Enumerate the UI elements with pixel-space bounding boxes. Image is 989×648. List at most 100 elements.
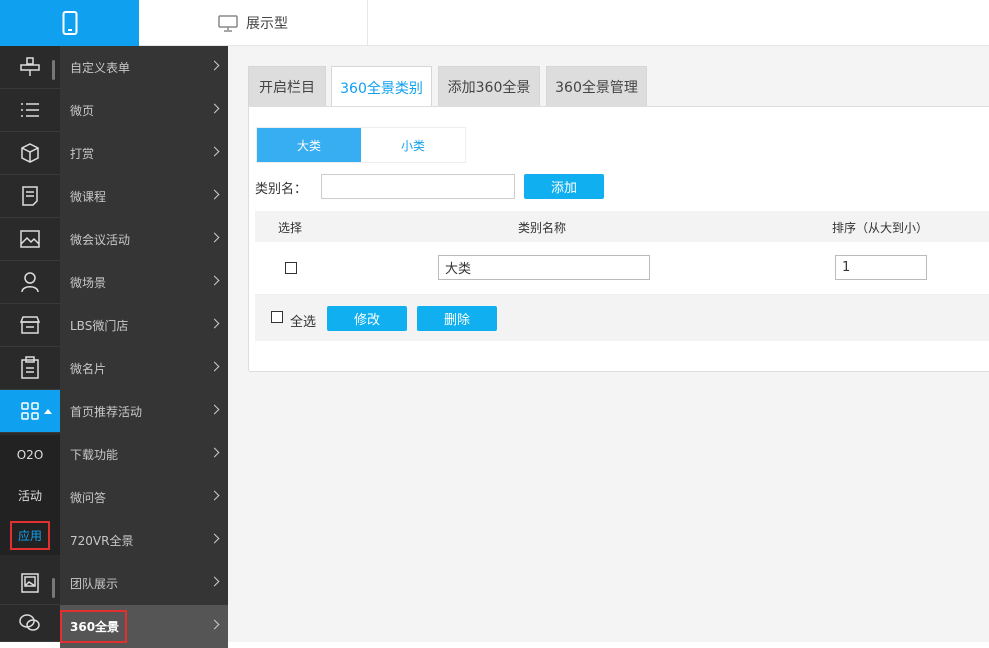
category-name-label: 类别名：: [255, 181, 308, 197]
submenu-item-label: 微会议活动: [70, 233, 131, 247]
rail-image[interactable]: [0, 218, 60, 261]
chevron-right-icon: [209, 361, 220, 372]
submenu-item-label: 360全景: [60, 610, 128, 643]
display-view-label: 展示型: [246, 16, 288, 32]
top-bar: 展示型: [0, 0, 989, 46]
chevron-right-icon: [209, 404, 220, 415]
submenu-item-label: 打赏: [70, 147, 95, 161]
tab-open-column[interactable]: 开启栏目: [248, 66, 326, 107]
rail-sub-apps[interactable]: 应用: [0, 515, 60, 555]
category-name-input[interactable]: [321, 174, 515, 199]
submenu-item[interactable]: 微课程: [60, 175, 228, 218]
add-button[interactable]: 添加: [524, 174, 604, 199]
delete-button[interactable]: 删除: [417, 306, 497, 331]
store-icon: [19, 316, 41, 334]
rail-box[interactable]: [0, 132, 60, 175]
chevron-right-icon: [209, 232, 220, 243]
col-category-name: 类别名称: [518, 221, 567, 235]
submenu-item[interactable]: 720VR全景: [60, 519, 228, 562]
tab-category[interactable]: 360全景类别: [331, 66, 432, 108]
tab-manage-360[interactable]: 360全景管理: [546, 66, 647, 107]
rail-sub-apps-label: 应用: [9, 520, 50, 550]
table-header: 选择 类别名称 排序（从大到小）: [255, 211, 989, 242]
icon-rail: O2O 活动 应用: [0, 46, 60, 642]
phone-icon: [62, 11, 77, 35]
rail-list[interactable]: [0, 89, 60, 132]
row-checkbox[interactable]: [285, 262, 297, 274]
category-card: 大类 小类 类别名： 添加 选择 类别名称 排序（从大到小） 大类 1 全选 修…: [248, 106, 989, 372]
edit-button[interactable]: 修改: [327, 306, 407, 331]
submenu-item-label: 微问答: [70, 491, 107, 505]
monitor-icon: [218, 14, 238, 32]
main-content: 开启栏目 360全景类别 添加360全景 360全景管理 大类 小类 类别名： …: [228, 46, 989, 642]
mobile-view-button[interactable]: [0, 0, 139, 46]
chevron-right-icon: [209, 189, 220, 200]
submenu-item-label: 720VR全景: [70, 534, 134, 548]
submenu-item[interactable]: 微问答: [60, 476, 228, 519]
submenu-item[interactable]: 打赏: [60, 132, 228, 175]
submenu-item-label: 下载功能: [70, 448, 119, 462]
submenu-item-label: 微课程: [70, 190, 107, 204]
table-footer: 全选 修改 删除: [255, 295, 989, 341]
toggle-major[interactable]: 大类: [257, 128, 361, 162]
rail-wechat[interactable]: [0, 605, 60, 642]
select-all-label: 全选: [290, 315, 317, 330]
chevron-right-icon: [209, 60, 220, 71]
row-sort-input[interactable]: 1: [835, 255, 927, 280]
chevron-right-icon: [209, 318, 220, 329]
submenu-item[interactable]: 自定义表单: [60, 46, 228, 89]
rail-photo-frame[interactable]: [0, 562, 60, 605]
category-type-toggle: 大类 小类: [256, 127, 466, 163]
rail-user[interactable]: [0, 261, 60, 304]
rail-sub-o2o[interactable]: O2O: [0, 435, 60, 475]
submenu-item[interactable]: 微场景: [60, 261, 228, 304]
toggle-minor[interactable]: 小类: [361, 128, 465, 162]
chevron-right-icon: [209, 103, 220, 114]
col-sort: 排序（从大到小）: [832, 221, 929, 235]
select-all-checkbox[interactable]: [271, 311, 283, 323]
sub-menu: 自定义表单微页打赏微课程微会议活动微场景 LBS微门店 微名片首页推荐活动下载功能微…: [60, 46, 228, 648]
submenu-item-label: 团队展示: [70, 577, 119, 591]
submenu-item-label: 自定义表单: [70, 61, 131, 75]
submenu-item[interactable]: LBS微门店: [60, 304, 228, 347]
list-icon: [21, 103, 39, 117]
row-category-name-input[interactable]: 大类: [438, 255, 650, 280]
submenu-item[interactable]: 下载功能: [60, 433, 228, 476]
joystick-icon: [20, 57, 40, 76]
submenu-item[interactable]: 微会议活动: [60, 218, 228, 261]
caret-up-icon: [44, 409, 52, 414]
submenu-item[interactable]: 微页: [60, 89, 228, 132]
image-icon: [20, 230, 40, 248]
chevron-right-icon: [209, 490, 220, 501]
chevron-right-icon: [209, 447, 220, 458]
rail-sub-activity[interactable]: 活动: [0, 475, 60, 515]
rail-document[interactable]: [0, 175, 60, 218]
rail-clipboard[interactable]: [0, 347, 60, 390]
category-panel: 开启栏目 360全景类别 添加360全景 360全景管理 大类 小类 类别名： …: [248, 66, 989, 372]
chevron-right-icon: [209, 619, 220, 630]
chevron-right-icon: [209, 275, 220, 286]
apps-icon: [21, 402, 39, 420]
user-icon: [21, 272, 39, 293]
clipboard-icon: [21, 356, 39, 379]
rail-scrollbar-bottom[interactable]: [52, 578, 55, 598]
chevron-right-icon: [209, 533, 220, 544]
col-select: 选择: [278, 221, 303, 235]
submenu-item-label: LBS微门店: [70, 319, 129, 333]
tab-add-360[interactable]: 添加360全景: [438, 66, 540, 107]
add-category-row: 类别名：: [255, 174, 515, 200]
table-row: 大类 1: [255, 242, 989, 295]
rail-joystick[interactable]: [0, 46, 60, 89]
submenu-item[interactable]: 首页推荐活动: [60, 390, 228, 433]
box-icon: [21, 143, 39, 163]
rail-store[interactable]: [0, 304, 60, 347]
chevron-right-icon: [209, 146, 220, 157]
document-icon: [22, 186, 38, 206]
display-view-button[interactable]: 展示型: [139, 0, 368, 46]
submenu-item[interactable]: 微名片: [60, 347, 228, 390]
rail-apps[interactable]: [0, 390, 60, 433]
submenu-item[interactable]: 团队展示: [60, 562, 228, 605]
submenu-item-label: 微页: [70, 104, 95, 118]
submenu-item-label: 微名片: [70, 362, 107, 376]
chevron-right-icon: [209, 576, 220, 587]
